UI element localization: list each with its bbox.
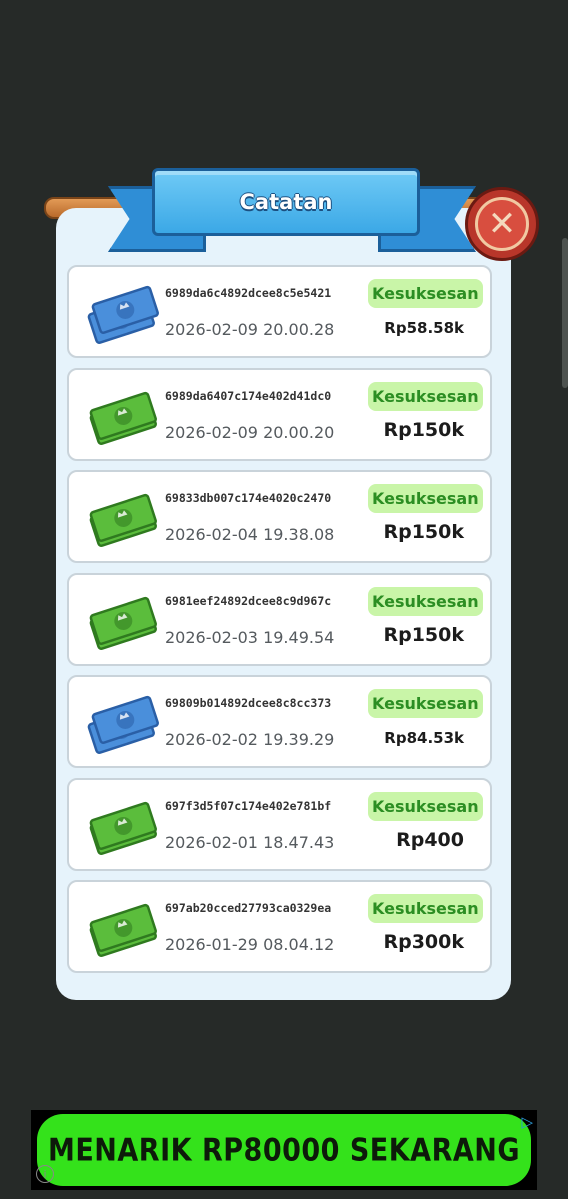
record-amount: Rp150k <box>383 418 464 441</box>
transaction-id: 69809b014892dcee8c8cc373 <box>165 696 332 710</box>
record-amount: Rp58.58k <box>384 319 464 337</box>
record-date: 2026-01-29 08.04.12 <box>165 935 335 954</box>
blue-cash-stack-icon <box>87 285 159 344</box>
close-x-icon: ✕ <box>487 204 517 244</box>
record-amount: Rp150k <box>383 521 464 543</box>
close-button[interactable]: ✕ <box>465 187 539 261</box>
record-date: 2026-02-04 19.38.08 <box>165 525 335 544</box>
records-list[interactable]: 6989da6c4892dcee8c5e5421 2026-02-09 20.0… <box>67 265 492 983</box>
green-cash-icon <box>89 801 157 855</box>
record-amount: Rp400 <box>396 828 464 851</box>
green-cash-icon <box>89 493 157 547</box>
record-date: 2026-02-02 19.39.29 <box>165 730 335 749</box>
transaction-id: 69833db007c174e4020c2470 <box>165 491 332 505</box>
ad-banner[interactable]: MENARIK RP80000 SEKARANG ▷ <box>31 1110 537 1190</box>
status-badge: Kesuksesan <box>368 586 483 616</box>
record-amount: Rp150k <box>383 623 464 646</box>
title-banner: Catatan <box>152 168 420 236</box>
transaction-id: 6989da6407c174e402d41dc0 <box>165 388 332 403</box>
record-date: 2026-02-01 18.47.43 <box>165 832 335 852</box>
record-date: 2026-02-09 20.00.20 <box>165 422 335 442</box>
record-row[interactable]: 69809b014892dcee8c8cc373 2026-02-02 19.3… <box>67 675 492 768</box>
record-date: 2026-02-09 20.00.28 <box>165 320 335 339</box>
withdraw-ad-button[interactable]: MENARIK RP80000 SEKARANG <box>37 1114 531 1186</box>
ad-label: MENARIK RP80000 SEKARANG <box>47 1132 521 1168</box>
status-badge: Kesuksesan <box>368 791 483 821</box>
modal-title: Catatan <box>239 190 333 214</box>
status-badge: Kesuksesan <box>368 894 483 923</box>
record-row[interactable]: 6989da6c4892dcee8c5e5421 2026-02-09 20.0… <box>67 265 492 358</box>
transaction-id: 6981eef24892dcee8c9d967c <box>165 593 332 608</box>
record-row[interactable]: 6989da6407c174e402d41dc0 2026-02-09 20.0… <box>67 367 492 461</box>
ad-choices-icon[interactable]: ▷ <box>521 1113 533 1131</box>
record-row[interactable]: 6981eef24892dcee8c9d967c 2026-02-03 19.4… <box>67 572 492 666</box>
transaction-id: 6989da6c4892dcee8c5e5421 <box>165 286 332 300</box>
green-cash-icon <box>89 596 157 650</box>
green-cash-icon <box>89 391 157 445</box>
status-badge: Kesuksesan <box>368 381 483 411</box>
status-badge: Kesuksesan <box>368 689 483 718</box>
scrollbar[interactable] <box>562 238 568 388</box>
record-row[interactable]: 697ab20cced27793ca0329ea 2026-01-29 08.0… <box>67 880 492 973</box>
transaction-id: 697f3d5f07c174e402e781bf <box>165 798 332 813</box>
status-badge: Kesuksesan <box>368 279 483 308</box>
info-icon[interactable]: i <box>36 1165 54 1183</box>
record-row[interactable]: 69833db007c174e4020c2470 2026-02-04 19.3… <box>67 470 492 563</box>
blue-cash-stack-icon <box>87 695 159 754</box>
transaction-id: 697ab20cced27793ca0329ea <box>165 901 332 915</box>
record-row[interactable]: 697f3d5f07c174e402e781bf 2026-02-01 18.4… <box>67 777 492 871</box>
status-badge: Kesuksesan <box>368 484 483 513</box>
record-amount: Rp84.53k <box>384 729 464 747</box>
record-amount: Rp300k <box>383 931 464 953</box>
green-cash-icon <box>89 903 157 957</box>
record-date: 2026-02-03 19.49.54 <box>165 627 335 647</box>
